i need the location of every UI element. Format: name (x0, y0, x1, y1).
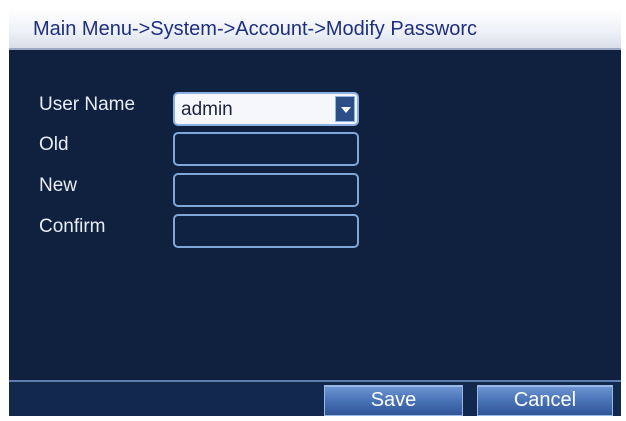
confirm-password-label: Confirm (39, 216, 106, 237)
old-password-label: Old (39, 134, 69, 155)
modify-password-window: Main Menu->System->Account->Modify Passw… (9, 10, 621, 416)
user-name-select[interactable]: admin (173, 92, 359, 126)
user-name-value: admin (181, 99, 233, 120)
user-name-label: User Name (39, 94, 136, 115)
cancel-button[interactable]: Cancel (477, 385, 613, 416)
breadcrumb: Main Menu->System->Account->Modify Passw… (33, 18, 478, 40)
save-button[interactable]: Save (324, 385, 463, 416)
title-bar: Main Menu->System->Account->Modify Passw… (9, 10, 621, 50)
password-form: User Name admin Old New Confirm (9, 50, 621, 380)
old-password-field[interactable] (173, 132, 359, 166)
confirm-password-field[interactable] (173, 214, 359, 248)
new-password-label: New (39, 175, 78, 196)
new-password-field[interactable] (173, 173, 359, 207)
action-bar: Save Cancel (9, 380, 621, 416)
chevron-down-icon[interactable] (335, 96, 355, 122)
chevron-down-icon-shape (341, 107, 351, 113)
